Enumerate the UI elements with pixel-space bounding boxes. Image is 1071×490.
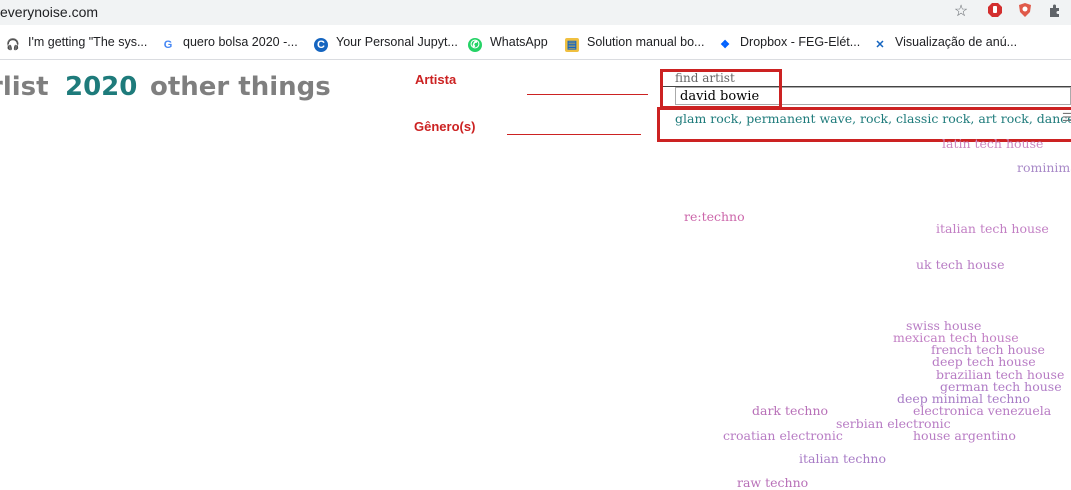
genre-link[interactable]: croatian electronic: [723, 428, 843, 443]
bookmarks-bar: 🎧 I'm getting "The sys... Gquero bolsa 20…: [0, 27, 1071, 60]
artist-annotation-label: Artista: [415, 72, 457, 87]
url-text[interactable]: everynoise.com: [0, 4, 98, 20]
whatsapp-icon: ✆: [468, 38, 482, 52]
star-icon[interactable]: ☆: [951, 2, 971, 22]
nav-item-2020[interactable]: 2020: [65, 72, 137, 102]
artist-annotation-line: [527, 94, 648, 95]
extensions-icon[interactable]: [1045, 2, 1065, 22]
cocalc-icon: C: [314, 38, 328, 52]
artist-highlight-box: [660, 69, 782, 109]
dropbox-icon: ❖: [720, 39, 730, 51]
genre-link[interactable]: dark techno: [752, 403, 828, 418]
bookmark-item[interactable]: ❖ Dropbox - FEG-Elét...: [718, 35, 860, 52]
genre-link[interactable]: raw techno: [737, 475, 808, 490]
genre-link[interactable]: rominimal: [1017, 160, 1071, 175]
nav-item-other-things[interactable]: other things: [150, 72, 331, 102]
bookmark-item[interactable]: Gquero bolsa 2020 -...: [161, 35, 298, 52]
genre-link[interactable]: italian techno: [799, 451, 886, 466]
bookmark-item[interactable]: ✆ WhatsApp: [468, 35, 548, 52]
nav-item-playlist[interactable]: rlist: [0, 72, 49, 102]
google-icon: G: [163, 39, 173, 51]
adblock-icon[interactable]: [985, 2, 1005, 22]
genre-annotation-line: [507, 134, 641, 135]
genre-link[interactable]: re:techno: [684, 209, 745, 224]
genre-link[interactable]: italian tech house: [936, 221, 1049, 236]
genre-link[interactable]: latin tech house: [942, 136, 1043, 151]
bookmark-item[interactable]: ✕ Visualização de anú...: [873, 35, 1017, 52]
bookmark-item[interactable]: 🎧 I'm getting "The sys...: [6, 35, 147, 52]
shield-icon[interactable]: [1015, 2, 1035, 22]
address-bar-icons: ☆: [951, 2, 1071, 22]
address-bar[interactable]: everynoise.com ☆: [0, 0, 1071, 25]
genre-annotation-label: Gênero(s): [414, 119, 476, 134]
headphones-icon: 🎧: [6, 39, 20, 51]
bookmark-item[interactable]: ▤ Solution manual bo...: [565, 35, 704, 52]
genre-link[interactable]: uk tech house: [916, 257, 1004, 272]
genre-link[interactable]: house argentino: [913, 428, 1016, 443]
document-icon: ▤: [565, 38, 579, 52]
bookmark-item[interactable]: C Your Personal Jupyt...: [314, 35, 458, 52]
x-icon: ✕: [875, 39, 885, 51]
